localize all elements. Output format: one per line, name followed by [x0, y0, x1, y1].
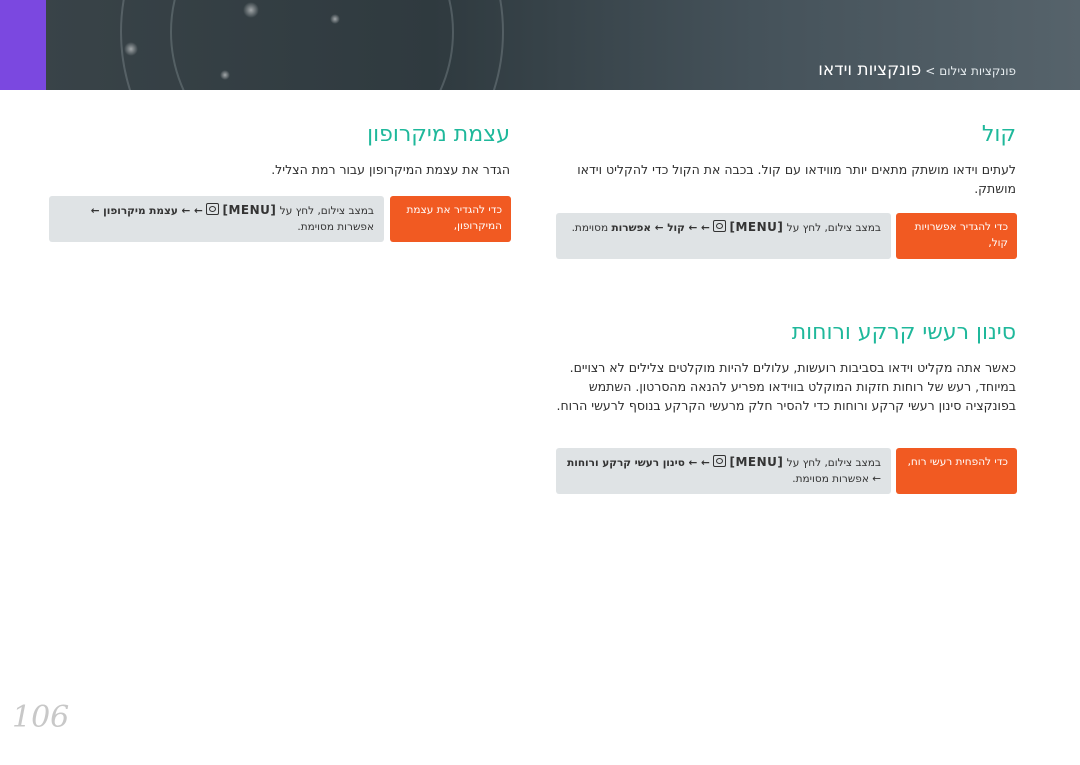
page-number: 106: [12, 700, 70, 735]
lens-decoration: [170, 0, 454, 90]
movie-icon: [713, 455, 727, 467]
movie-icon: [713, 220, 727, 232]
breadcrumb-parent[interactable]: פונקציות צילום: [939, 64, 1016, 78]
movie-icon: [206, 203, 220, 215]
breadcrumb-separator: >: [925, 64, 936, 78]
path-suffix: מסוימת.: [571, 222, 609, 234]
menu-key: [MENU]: [222, 203, 277, 217]
menu-path-wind: במצב צילום, לחץ על [MENU] ← ← סינון רעשי…: [556, 448, 891, 494]
menu-path-mic: במצב צילום, לחץ על [MENU] ← ← עצמת מיקרו…: [49, 196, 384, 242]
bokeh-light: [220, 70, 230, 80]
breadcrumb: פונקציות צילום>פונקציות וידאו: [818, 60, 1016, 80]
path-suffix: ← אפשרות מסוימת.: [792, 473, 881, 485]
menu-key: [MENU]: [729, 220, 784, 234]
menu-key: [MENU]: [729, 455, 784, 469]
breadcrumb-current: פונקציות וידאו: [818, 60, 922, 80]
bokeh-light: [124, 42, 138, 56]
bokeh-light: [330, 14, 340, 24]
chapter-tab[interactable]: [0, 0, 46, 90]
path-prefix: במצב צילום, לחץ על: [786, 222, 881, 234]
section-title-sound: קול: [981, 122, 1016, 147]
path-prefix: במצב צילום, לחץ על: [279, 205, 374, 217]
path-steps: ← ← סינון רעשי קרקע ורוחות: [567, 457, 710, 469]
path-prefix: במצב צילום, לחץ על: [786, 457, 881, 469]
section-body-mic: הגדר את עצמת המיקרופון עבור רמת הצליל.: [271, 162, 510, 177]
section-title-wind: סינון רעשי קרקע ורוחות: [791, 320, 1016, 345]
instruction-label-mic: כדי להגדיר את עצמת המיקרופון,: [390, 196, 511, 242]
instruction-label-wind: כדי להפחית רעשי רוח,: [896, 448, 1017, 494]
header-banner: פונקציות צילום>פונקציות וידאו: [0, 0, 1080, 90]
menu-path-sound: במצב צילום, לחץ על [MENU] ← ← קול ← אפשר…: [556, 213, 891, 259]
path-steps: ← ← קול ← אפשרות: [611, 222, 710, 234]
path-suffix: אפשרות מסוימת.: [297, 221, 374, 233]
instruction-label-sound: כדי להגדיר אפשרויות קול,: [896, 213, 1017, 259]
section-title-mic: עצמת מיקרופון: [367, 122, 510, 147]
path-steps: ← ← עצמת מיקרופון ←: [90, 205, 203, 217]
section-body-sound: לעתים וידאו מושתק מתאים יותר מווידאו עם …: [577, 162, 1016, 196]
section-body-wind: כאשר אתה מקליט וידאו בסביבות רועשות, עלו…: [556, 360, 1016, 413]
bokeh-light: [243, 2, 259, 18]
